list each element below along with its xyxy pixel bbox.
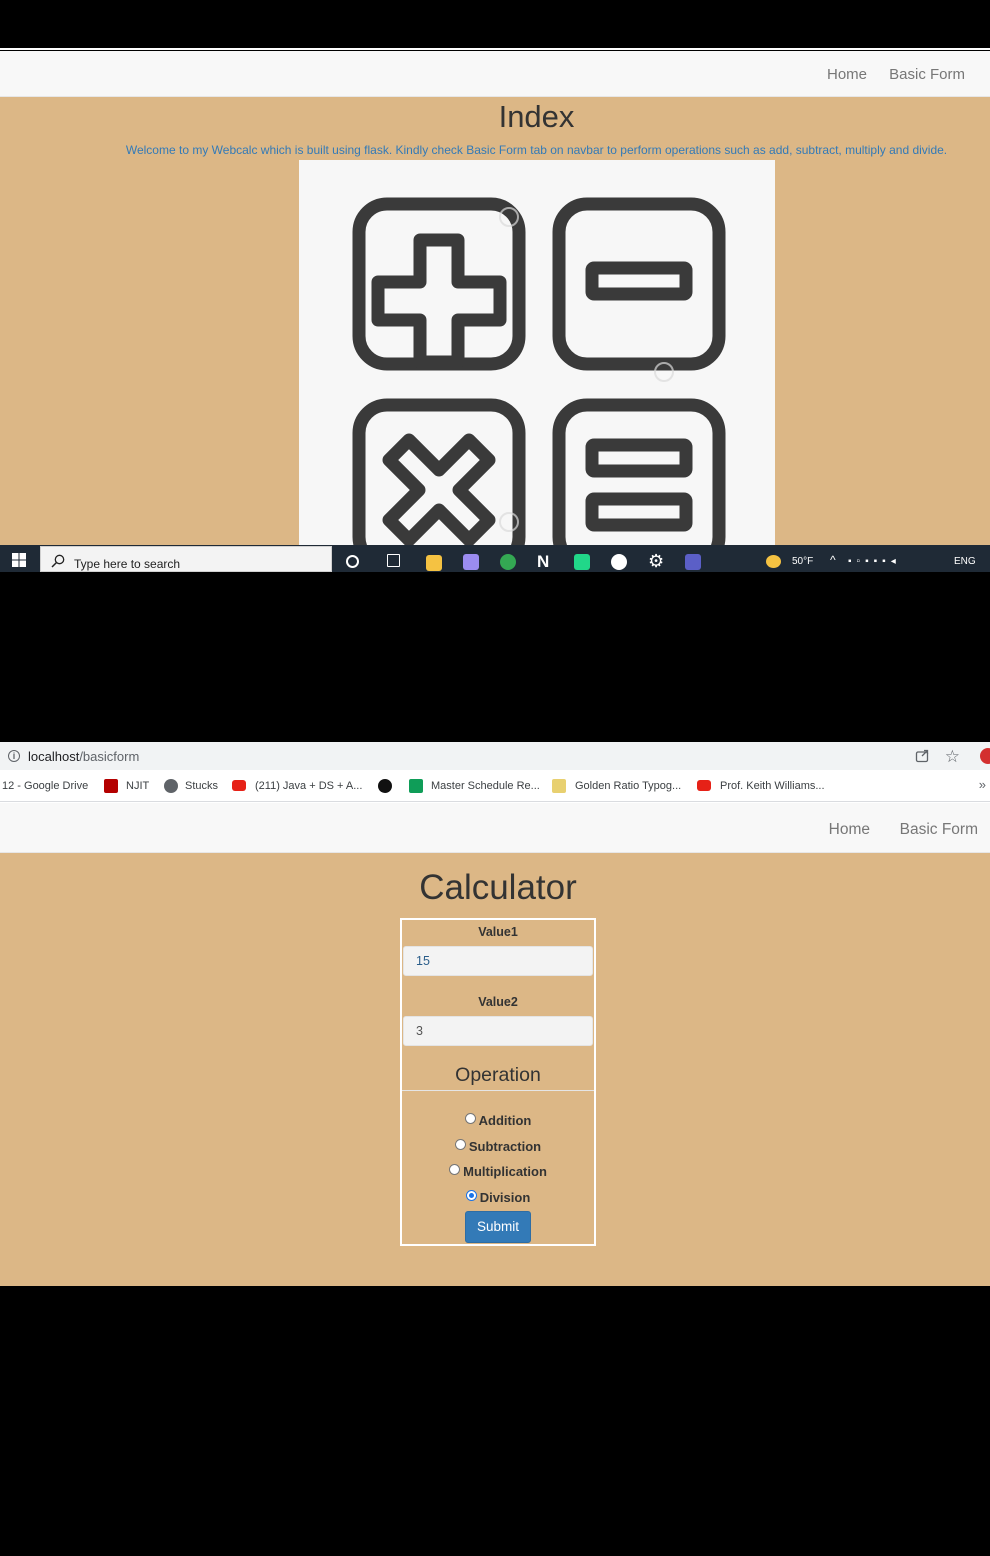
multiplication-radio[interactable]: [449, 1164, 461, 1175]
division-label[interactable]: Division: [480, 1190, 531, 1205]
nav-basic-form-link[interactable]: Basic Form: [900, 821, 978, 839]
bookmark-java-ds[interactable]: (211) Java + DS + A...: [255, 780, 362, 792]
cortana-icon[interactable]: [346, 555, 359, 568]
operation-division[interactable]: Division: [402, 1190, 594, 1205]
subtraction-label[interactable]: Subtraction: [469, 1139, 541, 1154]
page-title: Index: [498, 99, 575, 134]
operation-addition[interactable]: Addition: [402, 1113, 594, 1128]
pycharm-icon[interactable]: [574, 554, 590, 570]
minus-icon: [585, 261, 693, 301]
youtube-icon: [697, 780, 711, 791]
slack-icon[interactable]: [611, 554, 627, 570]
windows-start-icon[interactable]: [12, 553, 26, 567]
settings-gear-icon[interactable]: ⚙: [648, 552, 664, 570]
windows-taskbar: Type here to search N ⚙ 50°F ^ ▪▫▪▪▪◂ EN…: [0, 545, 990, 572]
value1-label: Value1: [478, 925, 518, 939]
operation-subtraction[interactable]: Subtraction: [402, 1139, 594, 1154]
welcome-text-start: Welcome to my Webcalc which is built usi…: [125, 143, 467, 157]
bookmarks-bar: 12 - Google Drive NJIT Stucks (211) Java…: [0, 770, 990, 802]
window-edge: [0, 48, 990, 50]
index-page: Index Welcome to my Webcalc which is bui…: [0, 97, 990, 545]
equals-icon-bottom: [585, 492, 693, 532]
bookmarks-overflow-chevron-icon[interactable]: »: [979, 777, 986, 792]
operation-multiplication[interactable]: Multiplication: [402, 1164, 594, 1179]
value1-input[interactable]: 15: [403, 946, 593, 976]
taskbar-search-box[interactable]: Type here to search: [40, 546, 332, 572]
sheets-icon: [409, 779, 423, 793]
chrome-icon[interactable]: [500, 554, 516, 570]
division-radio[interactable]: [465, 1190, 477, 1201]
welcome-text-end: tab on navbar to perform operations such…: [526, 143, 948, 157]
basic-form-inline-link[interactable]: Basic Form: [466, 143, 527, 157]
bookmark-google-drive[interactable]: 12 - Google Drive: [2, 780, 88, 792]
url-text[interactable]: localhost/basicform: [28, 749, 139, 764]
task-view-icon[interactable]: [387, 554, 400, 567]
addition-label[interactable]: Addition: [479, 1113, 532, 1128]
multiplication-label[interactable]: Multiplication: [463, 1164, 547, 1179]
search-icon: [51, 554, 65, 568]
navbar: Home Basic Form: [0, 803, 990, 853]
nav-basic-form-link[interactable]: Basic Form: [889, 66, 965, 83]
subtraction-radio[interactable]: [454, 1139, 466, 1150]
value2-label: Value2: [478, 995, 518, 1009]
nav-home-link[interactable]: Home: [829, 821, 870, 839]
bookmark-golden-ratio[interactable]: Golden Ratio Typog...: [575, 780, 681, 792]
basicform-screenshot: i localhost/basicform ☆ 12 - Google Driv…: [0, 742, 990, 1286]
bookmark-stucks[interactable]: Stucks: [185, 780, 218, 792]
bookmark-njit[interactable]: NJIT: [126, 780, 149, 792]
teams-icon[interactable]: [685, 554, 701, 570]
operation-legend: Operation: [455, 1064, 541, 1086]
value2-input[interactable]: 3: [403, 1016, 593, 1046]
bookmark-prof-keith-williams[interactable]: Prof. Keith Williams...: [720, 780, 825, 792]
browser-address-bar[interactable]: i localhost/basicform ☆: [0, 742, 990, 770]
weather-temperature[interactable]: 50°F: [792, 556, 813, 567]
tray-icons[interactable]: ▪▫▪▪▪◂: [848, 556, 901, 567]
github-icon[interactable]: [378, 779, 392, 793]
equals-icon-top: [585, 438, 693, 478]
bookmark-star-icon[interactable]: ☆: [945, 747, 960, 767]
app-icon[interactable]: [463, 554, 479, 570]
index-screenshot: Home Basic Form Index Welcome to my Webc…: [0, 0, 990, 572]
nav-home-link[interactable]: Home: [827, 66, 867, 83]
tray-chevron-up-icon[interactable]: ^: [830, 553, 836, 567]
url-host: localhost: [28, 749, 80, 764]
bookmark-master-schedule[interactable]: Master Schedule Re...: [431, 780, 540, 792]
basicform-page: Calculator Value1 15 Value2 3 Operation …: [0, 853, 990, 1286]
weather-icon: [766, 555, 781, 568]
minus-icon-frame: [552, 197, 726, 371]
welcome-text: Welcome to my Webcalc which is built usi…: [0, 143, 990, 157]
profile-avatar[interactable]: [980, 748, 990, 764]
navbar: Home Basic Form: [0, 51, 990, 97]
youtube-icon: [232, 780, 246, 791]
phi-icon: [552, 779, 566, 793]
submit-button[interactable]: Submit: [465, 1211, 531, 1243]
globe-icon: [164, 779, 178, 793]
calculator-form: Value1 15 Value2 3 Operation Addition Su…: [400, 918, 596, 1246]
legend-divider: [402, 1090, 594, 1091]
site-info-icon[interactable]: i: [8, 750, 20, 762]
multiply-icon: [382, 433, 496, 545]
notion-like-icon[interactable]: N: [537, 553, 553, 570]
file-explorer-icon[interactable]: [426, 555, 442, 571]
url-path: /basicform: [79, 749, 140, 764]
share-icon[interactable]: [915, 748, 930, 763]
njit-icon: [104, 779, 118, 793]
taskbar-search-placeholder: Type here to search: [74, 557, 181, 571]
input-language[interactable]: ENG: [954, 556, 976, 567]
plus-icon: [371, 233, 507, 369]
page-title: Calculator: [419, 868, 577, 907]
addition-radio[interactable]: [464, 1113, 476, 1124]
calculator-operations-image: [299, 160, 775, 545]
